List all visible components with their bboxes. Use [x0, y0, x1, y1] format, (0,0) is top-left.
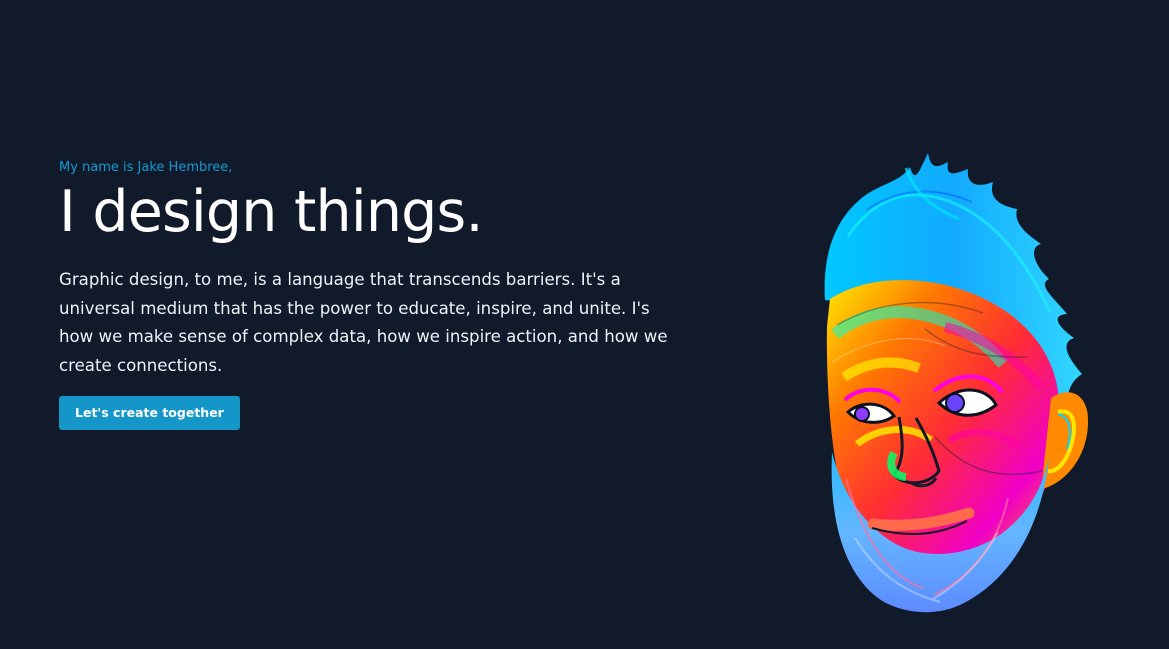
intro-eyebrow: My name is Jake Hembree, [59, 160, 233, 175]
hero-description: Graphic design, to me, is a language tha… [59, 270, 668, 375]
create-together-button[interactable]: Let's create together [59, 396, 240, 430]
face-portrait-icon [824, 153, 1089, 613]
hero-section: My name is Jake Hembree, I design things… [0, 0, 1169, 649]
hero-intro: My name is Jake Hembree, I design things… [59, 158, 679, 430]
portrait-illustration [812, 148, 1097, 616]
hero-headline: I design things. [59, 179, 484, 245]
